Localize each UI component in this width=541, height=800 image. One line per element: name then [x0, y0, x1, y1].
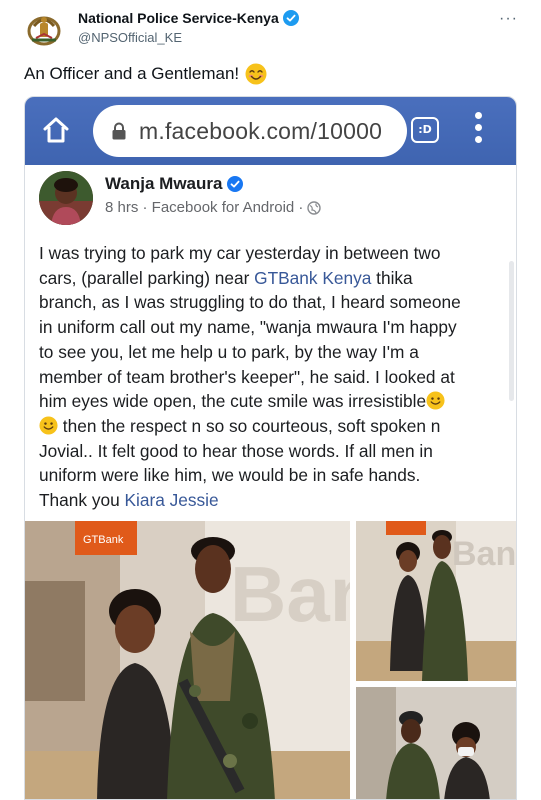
account-name-text[interactable]: National Police Service-Kenya: [78, 10, 279, 26]
photo-right-bottom[interactable]: [356, 687, 516, 799]
author-profile-photo: [39, 171, 93, 225]
post-line: Jovial.. It felt good to hear those word…: [39, 440, 433, 461]
smiling-face-emoji-icon: [245, 63, 267, 85]
post-text: cars, (parallel parking) near: [39, 267, 255, 288]
post-meta: 8 hrs · Facebook for Android ·: [105, 199, 322, 216]
verified-badge-icon: [282, 10, 299, 26]
post-line: cars, (parallel parking) near GTBank Ken…: [39, 266, 509, 291]
author-name-text[interactable]: Wanja Mwaura: [105, 174, 222, 194]
embedded-screenshot[interactable]: m.facebook.com/10000 :D Wanja Mwaura 8 h…: [24, 96, 517, 800]
globe-icon: [307, 200, 322, 215]
more-options-button[interactable]: ···: [499, 10, 518, 28]
nps-avatar[interactable]: [22, 8, 66, 52]
gtbank-kenya-link[interactable]: GTBank Kenya: [254, 268, 371, 288]
gtbank-sign-text: GTBank: [83, 534, 124, 546]
verified-badge-icon: [227, 176, 244, 192]
post-line: to see you, let me help u to park, by th…: [39, 341, 419, 362]
post-text: Thank you: [39, 490, 125, 511]
tweet-text: An Officer and a Gentleman!: [24, 63, 267, 85]
smiling-face-emoji-icon: [39, 416, 58, 435]
lock-icon: [112, 122, 126, 140]
post-text: then the respect n so so courteous, soft…: [58, 415, 441, 436]
post-line: uniform were like him, we would be in sa…: [39, 465, 421, 486]
address-bar[interactable]: m.facebook.com/10000: [93, 105, 407, 157]
account-name[interactable]: National Police Service-Kenya: [78, 10, 299, 26]
photo-main[interactable]: GTBank Ban: [25, 521, 350, 799]
browser-toolbar: m.facebook.com/10000 :D: [25, 97, 516, 165]
photo-main-image: GTBank Ban: [25, 521, 350, 799]
scrollbar-thumb[interactable]: [509, 261, 514, 401]
post-line: in uniform call out my name, "wanja mwau…: [39, 317, 457, 338]
photo-grid: GTBank Ban: [25, 521, 517, 799]
post-line: member of team brother's keeper", he sai…: [39, 366, 455, 387]
post-line: then the respect n so so courteous, soft…: [39, 414, 509, 439]
photo-right-top-image: Banl: [356, 521, 517, 681]
bank-wall-letters-small: Banl: [452, 535, 517, 573]
photo-right-top[interactable]: Banl: [356, 521, 517, 681]
smiling-face-emoji-icon: [426, 391, 445, 410]
url-text[interactable]: m.facebook.com/10000: [139, 118, 382, 145]
overflow-menu-icon[interactable]: [473, 112, 483, 148]
tweet-header: National Police Service-Kenya @NPSOffici…: [22, 6, 522, 54]
kiara-jessie-link[interactable]: Kiara Jessie: [125, 490, 219, 510]
post-line: branch, as I was struggling to do that, …: [39, 292, 461, 313]
account-handle[interactable]: @NPSOfficial_KE: [78, 30, 182, 45]
author-avatar[interactable]: [39, 171, 93, 225]
photo-right-bottom-image: [356, 687, 516, 799]
post-body: I was trying to park my car yesterday in…: [39, 241, 509, 513]
post-line: him eyes wide open, the cute smile was i…: [39, 389, 509, 414]
post-text: thika: [371, 267, 413, 288]
nps-crest-logo: [22, 8, 66, 52]
author-name[interactable]: Wanja Mwaura: [105, 174, 244, 194]
facebook-post: Wanja Mwaura 8 hrs · Facebook for Androi…: [25, 165, 517, 799]
post-line: Thank you Kiara Jessie: [39, 488, 509, 513]
home-icon[interactable]: [41, 115, 71, 145]
bank-wall-letters: Ban: [230, 550, 350, 638]
post-meta-text[interactable]: 8 hrs · Facebook for Android ·: [105, 199, 303, 216]
post-text: him eyes wide open, the cute smile was i…: [39, 391, 427, 412]
post-line: I was trying to park my car yesterday in…: [39, 243, 441, 263]
tabs-icon[interactable]: :D: [411, 117, 439, 143]
tweet-text-content: An Officer and a Gentleman!: [24, 64, 240, 83]
